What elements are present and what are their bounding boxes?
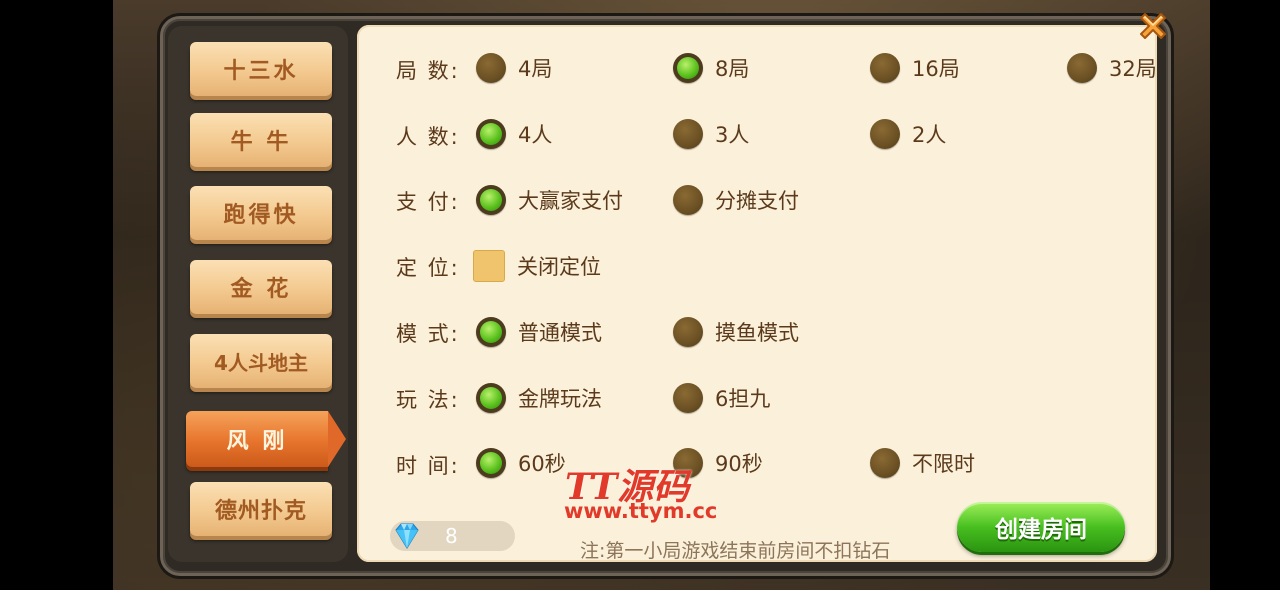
- option-label: 不限时: [912, 452, 975, 476]
- mode-option-normal[interactable]: 普通模式: [476, 317, 602, 347]
- option-label: 关闭定位: [517, 255, 601, 279]
- tab-shisanshui[interactable]: 十三水: [190, 42, 332, 96]
- payment-label: 支 付:: [396, 190, 460, 214]
- mode-option-moyu[interactable]: 摸鱼模式: [673, 317, 799, 347]
- create-room-button[interactable]: 创建房间: [957, 502, 1125, 552]
- time-option-60[interactable]: 60秒: [476, 448, 566, 478]
- radio-selected-icon: [476, 119, 506, 149]
- radio-icon: [1067, 53, 1097, 83]
- time-option-unlimited[interactable]: 不限时: [870, 448, 975, 478]
- close-icon[interactable]: [1134, 7, 1172, 45]
- option-label: 摸鱼模式: [715, 321, 799, 345]
- players-option-2[interactable]: 2人: [870, 119, 946, 149]
- radio-icon: [870, 448, 900, 478]
- option-label: 3人: [715, 123, 750, 147]
- option-label: 8局: [715, 57, 750, 81]
- rounds-option-8[interactable]: 8局: [673, 53, 749, 83]
- watermark-url: www.ttym.cc: [564, 499, 718, 523]
- location-label: 定 位:: [396, 256, 460, 280]
- tab-doudizhu-4[interactable]: 4人斗地主: [190, 334, 332, 388]
- option-label: 6担九: [715, 387, 771, 411]
- radio-selected-icon: [476, 383, 506, 413]
- radio-icon: [673, 185, 703, 215]
- play-option-gold[interactable]: 金牌玩法: [476, 383, 602, 413]
- cost-note: 注:第一小局游戏结束前房间不扣钻石: [580, 540, 891, 562]
- option-label: 16局: [912, 57, 960, 81]
- play-label: 玩 法:: [396, 388, 460, 412]
- radio-icon: [870, 119, 900, 149]
- option-label: 60秒: [518, 452, 566, 476]
- tab-paodekuai[interactable]: 跑得快: [190, 186, 332, 240]
- radio-icon: [870, 53, 900, 83]
- payment-option-split[interactable]: 分摊支付: [673, 185, 799, 215]
- settings-panel: [357, 25, 1157, 562]
- rounds-option-32[interactable]: 32局: [1067, 53, 1157, 83]
- rounds-option-16[interactable]: 16局: [870, 53, 960, 83]
- tab-texas-holdem[interactable]: 德州扑克: [190, 482, 332, 536]
- radio-icon: [476, 53, 506, 83]
- players-label: 人 数:: [396, 125, 460, 149]
- location-checkbox[interactable]: 关闭定位: [473, 250, 601, 282]
- radio-selected-icon: [476, 185, 506, 215]
- players-option-3[interactable]: 3人: [673, 119, 749, 149]
- option-label: 分摊支付: [715, 189, 799, 213]
- rounds-option-4[interactable]: 4局: [476, 53, 552, 83]
- diamond-icon: [395, 523, 419, 549]
- radio-icon: [673, 119, 703, 149]
- option-label: 4局: [518, 57, 553, 81]
- tab-niuniu[interactable]: 牛 牛: [190, 113, 332, 167]
- option-label: 2人: [912, 123, 947, 147]
- radio-selected-icon: [476, 317, 506, 347]
- radio-selected-icon: [476, 448, 506, 478]
- play-option-6danjiu[interactable]: 6担九: [673, 383, 770, 413]
- option-label: 90秒: [715, 452, 763, 476]
- mode-label: 模 式:: [396, 322, 460, 346]
- payment-option-winner[interactable]: 大赢家支付: [476, 185, 623, 215]
- tab-fenggang[interactable]: 风 刚: [186, 411, 346, 467]
- option-label: 大赢家支付: [518, 189, 623, 213]
- option-label: 普通模式: [518, 321, 602, 345]
- players-option-4[interactable]: 4人: [476, 119, 552, 149]
- radio-icon: [673, 383, 703, 413]
- radio-selected-icon: [673, 53, 703, 83]
- rounds-label: 局 数:: [396, 59, 460, 83]
- checkbox-icon: [473, 250, 505, 282]
- time-label: 时 间:: [396, 454, 460, 478]
- option-label: 32局: [1109, 57, 1157, 81]
- diamond-count: 8: [445, 524, 458, 548]
- tab-jinhua[interactable]: 金 花: [190, 260, 332, 314]
- radio-icon: [673, 317, 703, 347]
- option-label: 金牌玩法: [518, 387, 602, 411]
- option-label: 4人: [518, 123, 553, 147]
